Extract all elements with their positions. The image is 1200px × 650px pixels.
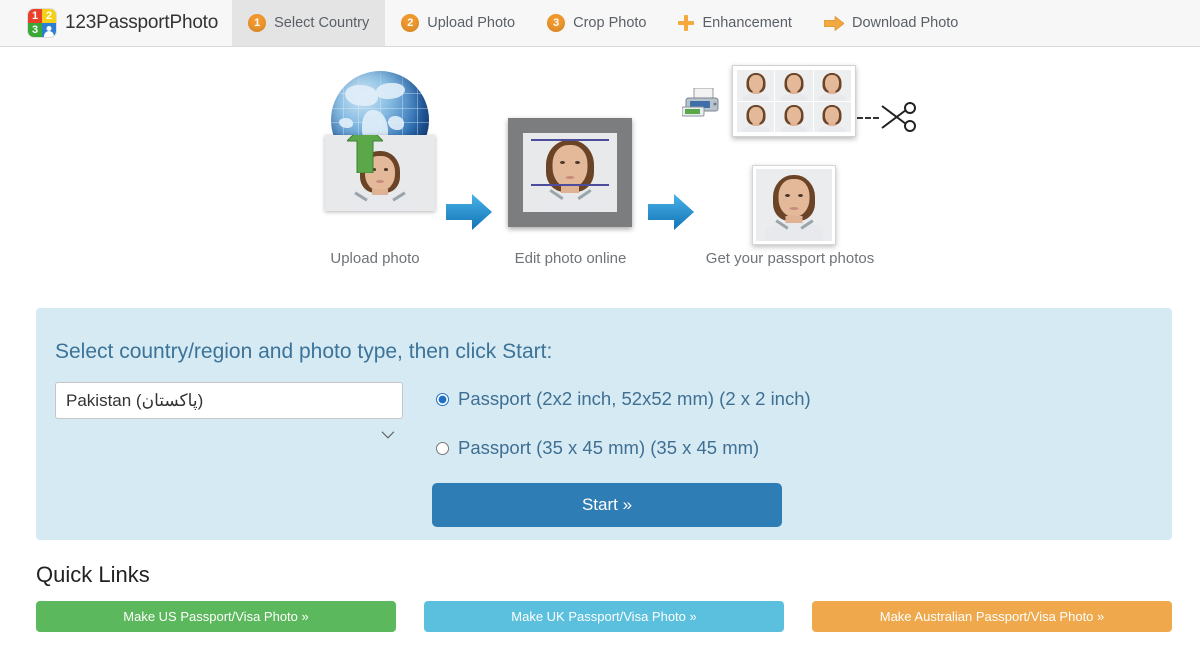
logo-cell-1: 1 <box>28 9 42 23</box>
start-button[interactable]: Start » <box>432 483 782 527</box>
nav-label-download-photo: Download Photo <box>851 15 959 31</box>
upload-photo-thumbnail <box>325 135 435 211</box>
upload-arrow-icon <box>347 135 383 173</box>
panel-title: Select country/region and photo type, th… <box>55 340 553 363</box>
step-number-1-icon: 1 <box>248 14 267 32</box>
hero-arrow-1-icon <box>446 194 492 230</box>
hero-caption-result: Get your passport photos <box>705 250 875 267</box>
nav-item-enhancement[interactable]: Enhancement <box>662 0 807 46</box>
app-logo-icon: 1 2 3 <box>28 9 56 37</box>
nav-item-select-country[interactable]: 1 Select Country <box>232 0 386 46</box>
step-number-3-icon: 3 <box>547 14 566 32</box>
nav-item-crop-photo[interactable]: 3 Crop Photo <box>531 0 662 46</box>
brand-name: 123PassportPhoto <box>65 12 219 33</box>
nav-label-crop-photo: Crop Photo <box>573 15 647 31</box>
hero-step-edit: Edit photo online <box>503 65 638 267</box>
hero-illustration: Upload photo Edit photo online Get your … <box>0 47 1200 290</box>
logo-person-icon <box>42 23 56 37</box>
photo-type-label-1[interactable]: Passport (2x2 inch, 52x52 mm) (2 x 2 inc… <box>458 388 811 410</box>
logo-cell-3: 3 <box>28 23 42 37</box>
step-number-2-icon: 2 <box>401 14 420 32</box>
cut-line <box>857 117 879 119</box>
nav-label-enhancement: Enhancement <box>702 15 792 31</box>
right-arrow-icon <box>823 15 844 31</box>
nav-item-download-photo[interactable]: Download Photo <box>808 0 974 46</box>
hero-caption-upload: Upload photo <box>330 250 420 267</box>
photo-type-option-2[interactable]: Passport (35 x 45 mm) (35 x 45 mm) <box>436 433 811 463</box>
photo-type-radio-1[interactable] <box>436 392 449 406</box>
quick-links-title: Quick Links <box>36 562 150 587</box>
quick-links-row: Make US Passport/Visa Photo » Make UK Pa… <box>36 601 1176 632</box>
nav-label-select-country: Select Country <box>274 15 370 31</box>
quick-link-us[interactable]: Make US Passport/Visa Photo » <box>36 601 396 632</box>
country-select[interactable]: Pakistan (پاکستان) <box>55 382 403 419</box>
plus-icon <box>678 15 695 31</box>
logo-cell-2: 2 <box>42 9 56 23</box>
printed-sheet-icon <box>732 65 856 137</box>
hero-caption-edit: Edit photo online <box>514 250 627 267</box>
top-navigation-bar: 1 2 3 123PassportPhoto 1 Select Country … <box>0 0 1200 47</box>
country-select-wrapper: Pakistan (پاکستان) <box>55 382 403 482</box>
quick-link-uk[interactable]: Make UK Passport/Visa Photo » <box>424 601 784 632</box>
final-passport-photo <box>752 165 836 245</box>
country-selection-panel: Select country/region and photo type, th… <box>36 308 1172 540</box>
hero-arrow-2-icon <box>648 194 694 230</box>
quick-link-au[interactable]: Make Australian Passport/Visa Photo » <box>812 601 1172 632</box>
chevron-down-icon <box>381 425 395 439</box>
crop-guide-bottom <box>531 184 609 186</box>
photo-type-radio-2[interactable] <box>436 441 449 455</box>
scissors-icon <box>881 102 916 132</box>
printer-icon <box>682 88 719 117</box>
photo-type-radio-group: Passport (2x2 inch, 52x52 mm) (2 x 2 inc… <box>436 382 811 482</box>
crop-guide-top <box>531 139 609 141</box>
nav-item-upload-photo[interactable]: 2 Upload Photo <box>385 0 531 46</box>
hero-step-upload: Upload photo <box>325 65 435 267</box>
photo-editor-icon <box>508 118 632 227</box>
brand-link[interactable]: 1 2 3 123PassportPhoto <box>0 0 232 46</box>
photo-type-option-1[interactable]: Passport (2x2 inch, 52x52 mm) (2 x 2 inc… <box>436 384 811 414</box>
nav-label-upload-photo: Upload Photo <box>427 15 516 31</box>
photo-type-label-2[interactable]: Passport (35 x 45 mm) (35 x 45 mm) <box>458 437 759 459</box>
hero-step-result: Get your passport photos <box>682 65 916 267</box>
